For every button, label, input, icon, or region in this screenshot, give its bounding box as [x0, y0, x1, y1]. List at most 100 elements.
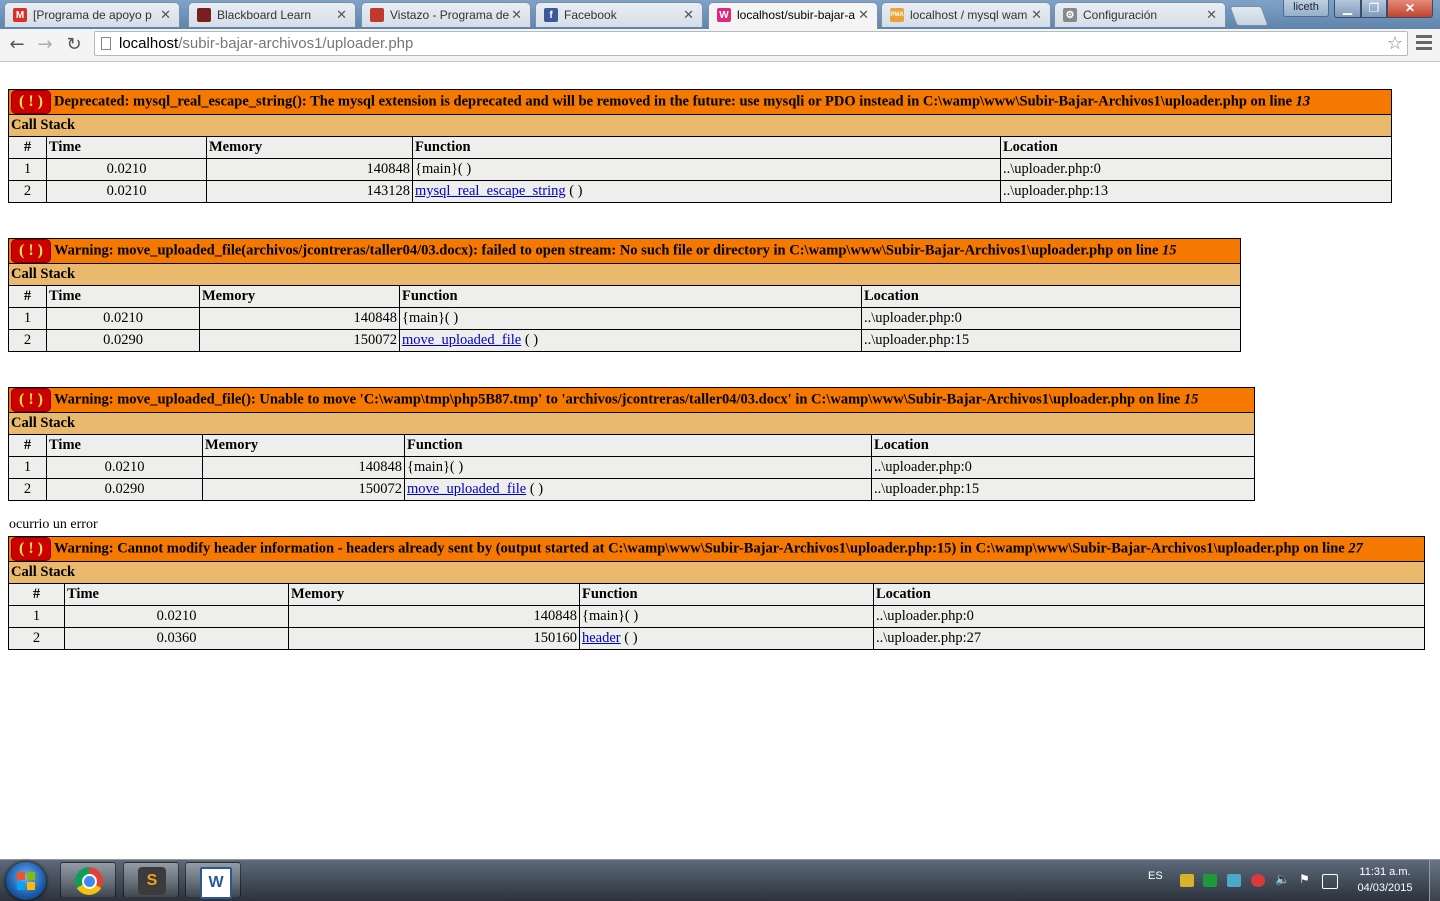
function-doc-link[interactable]: mysql_real_escape_string: [415, 183, 566, 199]
system-clock[interactable]: 11:31 a.m. 04/03/2015: [1346, 864, 1424, 896]
bookmark-star-icon[interactable]: ☆: [1387, 33, 1403, 54]
tab-title: Blackboard Learn: [217, 8, 312, 22]
tab-title: [Programa de apoyo p: [33, 8, 152, 22]
column-header: Function: [579, 583, 874, 606]
action-center-flag-icon[interactable]: ⚑: [1299, 872, 1313, 886]
close-tab-icon[interactable]: ✕: [858, 7, 869, 23]
stack-location: ..\uploader.php:13: [999, 180, 1393, 203]
stack-function: mysql_real_escape_string ( ): [412, 180, 1001, 203]
chat-icon[interactable]: [1251, 874, 1265, 887]
tab-6[interactable]: PMA localhost / mysql wam ✕: [881, 2, 1051, 27]
stack-index: 2: [8, 180, 47, 203]
word-icon: W: [200, 867, 232, 899]
volume-icon[interactable]: 🔈: [1275, 872, 1290, 886]
minimize-window-button[interactable]: ▁: [1334, 0, 1361, 18]
error-message: ( ! ) Warning: move_uploaded_file(archivo…: [7, 238, 1242, 264]
stack-function: header ( ): [579, 627, 874, 650]
green-app-icon[interactable]: [1203, 874, 1217, 887]
error-message-text: Warning: Cannot modify header informatio…: [53, 540, 1349, 557]
windows-taskbar: S W ES 🔈 ⚑ 11:31 a.m. 04/03/2015: [0, 859, 1440, 901]
function-parens: ( ): [526, 481, 544, 497]
stack-time: 0.0210: [64, 605, 289, 628]
error-message: ( ! ) Deprecated: mysql_real_escape_strin…: [7, 89, 1393, 115]
tab-3[interactable]: Vistazo - Programa de ✕: [361, 2, 531, 27]
error-line-number: 15: [1183, 391, 1199, 408]
stack-location: ..\uploader.php:15: [870, 478, 1256, 501]
stack-memory: 150072: [199, 329, 400, 352]
function-parens: ( ): [620, 630, 638, 646]
function-doc-link[interactable]: move_uploaded_file: [407, 481, 526, 497]
chrome-taskbar-button[interactable]: [60, 862, 116, 898]
profile-name-badge[interactable]: liceth: [1283, 0, 1329, 17]
maximize-window-button[interactable]: ❐: [1361, 0, 1387, 18]
sublime-taskbar-button[interactable]: S: [123, 862, 179, 898]
column-header: Memory: [206, 136, 413, 159]
close-tab-icon[interactable]: ✕: [1206, 7, 1217, 23]
tab-4[interactable]: f Facebook ✕: [535, 2, 703, 27]
xdebug-error-table: ( ! ) Warning: move_uploaded_file(): Unab…: [7, 387, 1256, 501]
xdebug-error-table: ( ! ) Warning: move_uploaded_file(archivo…: [7, 238, 1242, 352]
word-taskbar-button[interactable]: W: [185, 862, 241, 899]
xdebug-error-table: ( ! ) Warning: Cannot modify header infor…: [7, 536, 1426, 650]
column-header: Location: [870, 434, 1256, 457]
start-button[interactable]: [6, 862, 46, 900]
column-header: Location: [872, 583, 1426, 606]
address-url[interactable]: localhost/subir-bajar-archivos1/uploader…: [119, 35, 413, 52]
page-icon: [101, 37, 111, 50]
call-stack-label: Call Stack: [7, 561, 1426, 584]
function-doc-link[interactable]: move_uploaded_file: [402, 332, 521, 348]
close-window-button[interactable]: ✕: [1387, 0, 1433, 18]
tab-1[interactable]: M [Programa de apoyo p ✕: [4, 2, 180, 27]
close-tab-icon[interactable]: ✕: [1031, 7, 1042, 23]
network-device-icon[interactable]: [1227, 874, 1241, 887]
new-tab-button[interactable]: [1229, 6, 1269, 26]
call-stack-label: Call Stack: [7, 412, 1256, 435]
network-icon[interactable]: [1322, 874, 1338, 889]
stack-index: 1: [8, 456, 47, 479]
stack-index: 2: [8, 329, 47, 352]
tab-title: localhost / mysql wam: [910, 8, 1028, 22]
stack-function: move_uploaded_file ( ): [399, 329, 862, 352]
error-exclamation-icon: ( ! ): [11, 537, 51, 561]
facebook-icon: f: [544, 8, 558, 22]
chrome-icon: [75, 867, 103, 895]
column-header: Function: [412, 136, 1001, 159]
column-header: Location: [860, 285, 1242, 308]
reload-icon[interactable]: ↻: [62, 33, 86, 57]
error-line-number: 27: [1348, 540, 1363, 557]
back-arrow-icon[interactable]: ←: [5, 33, 29, 57]
shield-icon[interactable]: [1180, 874, 1194, 887]
error-message: ( ! ) Warning: Cannot modify header infor…: [7, 536, 1426, 562]
function-doc-link[interactable]: header: [582, 630, 621, 646]
close-tab-icon[interactable]: ✕: [683, 7, 694, 23]
column-header: Time: [46, 434, 203, 457]
stack-memory: 150072: [202, 478, 405, 501]
address-bar[interactable]: localhost/subir-bajar-archivos1/uploader…: [94, 31, 1408, 56]
stack-row: 2 0.0290 150072 move_uploaded_file ( ) ..\up…: [8, 329, 1242, 352]
stack-memory: 140848: [202, 456, 405, 479]
close-tab-icon[interactable]: ✕: [336, 7, 347, 23]
language-indicator[interactable]: ES: [1148, 870, 1163, 882]
stack-row: 1 0.0210 140848 {main}( ) ..\uploader.php:0: [8, 307, 1242, 330]
tab-7[interactable]: ⚙ Configuración ✕: [1054, 2, 1226, 27]
windows-logo-icon: [17, 872, 35, 890]
error-message-text: Deprecated: mysql_real_escape_string(): …: [53, 93, 1296, 110]
column-header: Memory: [199, 285, 400, 308]
gear-icon: ⚙: [1063, 8, 1077, 22]
function-name: {main}: [415, 161, 458, 177]
show-desktop-button[interactable]: [1429, 860, 1440, 901]
tab-title: Vistazo - Programa de: [390, 8, 510, 22]
tab-5[interactable]: Wlocalhost/subir-bajar-a ✕: [708, 2, 878, 29]
stack-location: ..\uploader.php:0: [870, 456, 1256, 479]
close-tab-icon[interactable]: ✕: [511, 7, 522, 23]
stack-location: ..\uploader.php:15: [860, 329, 1242, 352]
column-header: Location: [999, 136, 1393, 159]
menu-hamburger-icon[interactable]: [1416, 35, 1432, 53]
column-header: Function: [399, 285, 862, 308]
close-tab-icon[interactable]: ✕: [160, 7, 171, 23]
phpmyadmin-icon: PMA: [890, 8, 904, 22]
forward-arrow-icon[interactable]: →: [33, 33, 57, 57]
stack-location: ..\uploader.php:0: [872, 605, 1426, 628]
stack-location: ..\uploader.php:0: [999, 158, 1393, 181]
tab-2[interactable]: Blackboard Learn ✕: [188, 2, 356, 27]
